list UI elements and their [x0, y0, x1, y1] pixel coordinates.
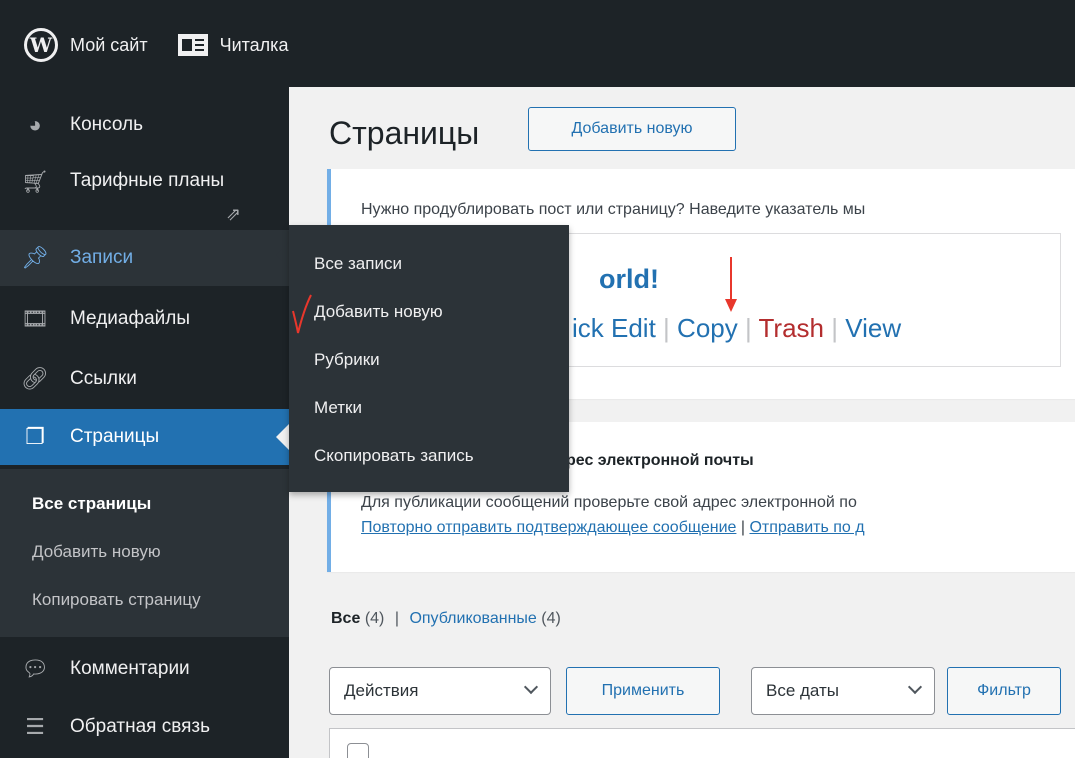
- filter-all[interactable]: Все: [331, 610, 360, 627]
- sidebar-item-comments[interactable]: 💬︎ Комментарии: [0, 647, 289, 691]
- separator: |: [744, 313, 752, 343]
- admin-bar: W Мой сайт Читалка: [0, 0, 1075, 87]
- notice-text: Нужно продублировать пост или страницу? …: [361, 201, 866, 218]
- view-link[interactable]: View: [845, 313, 901, 343]
- dashboard-icon: ◕: [28, 112, 42, 137]
- date-filter-value: Все даты: [766, 681, 840, 700]
- page-title: Страницы: [329, 115, 480, 151]
- select-all-checkbox[interactable]: [347, 743, 369, 758]
- flyout-copy-post[interactable]: Скопировать запись: [314, 446, 474, 466]
- pages-submenu: Все страницы Добавить новую Копировать с…: [0, 469, 289, 637]
- notice-text: Для публикации сообщений проверьте свой …: [361, 494, 857, 511]
- reader-icon: [177, 34, 208, 56]
- sidebar-item-links[interactable]: 🔗︎ Ссылки: [0, 357, 289, 401]
- sidebar-item-label: Ссылки: [70, 368, 137, 389]
- preview-post-title: orld!: [599, 264, 659, 294]
- add-new-page-button[interactable]: Добавить новую: [528, 107, 736, 151]
- filter-all-count: (4): [364, 610, 385, 627]
- current-menu-arrow: [276, 424, 289, 450]
- row-actions: ick Edit | Copy | Trash | View: [572, 313, 901, 344]
- sidebar-item-label: Записи: [70, 247, 134, 268]
- admin-sidebar: ◕ Консоль 🛒︎ Тарифные планы ⇗ 📌︎ Записи …: [0, 87, 289, 758]
- bulk-action-select[interactable]: Действия: [329, 667, 551, 715]
- trash-link[interactable]: Trash: [759, 313, 825, 343]
- flyout-add-new-post[interactable]: Добавить новую: [314, 302, 443, 322]
- sidebar-item-media[interactable]: 🎞︎ Медиафайлы: [0, 297, 289, 341]
- media-icon: 🎞︎: [21, 306, 49, 331]
- change-email-link[interactable]: Отправить по д: [749, 519, 864, 536]
- submenu-copy-page[interactable]: Копировать страницу: [32, 590, 201, 610]
- submenu-add-new-page[interactable]: Добавить новую: [32, 542, 161, 562]
- wordpress-logo-icon: W: [24, 28, 58, 62]
- pin-icon: 📌︎: [21, 245, 49, 270]
- filter-published[interactable]: Опубликованные: [409, 610, 536, 627]
- flyout-all-posts[interactable]: Все записи: [314, 254, 402, 274]
- feedback-icon: ☰: [25, 714, 45, 739]
- sidebar-item-pages[interactable]: ❐ Страницы: [0, 409, 289, 465]
- date-filter-select[interactable]: Все даты: [751, 667, 935, 715]
- separator: |: [663, 313, 670, 343]
- pages-table: [329, 728, 1075, 758]
- cart-icon: 🛒︎: [21, 169, 49, 194]
- link-icon: 🔗︎: [21, 366, 49, 391]
- external-link-icon: ⇗: [226, 204, 242, 224]
- reader-menu[interactable]: Читалка: [148, 34, 289, 56]
- flyout-categories[interactable]: Рубрики: [314, 350, 380, 370]
- sidebar-item-posts[interactable]: 📌︎ Записи: [0, 230, 289, 286]
- sidebar-item-label: Тарифные планы: [70, 170, 225, 191]
- notice-title: рес электронной почты: [566, 452, 754, 469]
- bulk-action-value: Действия: [344, 681, 419, 700]
- my-site-menu[interactable]: W Мой сайт: [0, 28, 148, 62]
- sidebar-item-label: Страницы: [70, 426, 160, 447]
- separator: |: [831, 313, 839, 343]
- sidebar-item-label: Обратная связь: [70, 716, 210, 737]
- posts-flyout-menu: Все записи Добавить новую Рубрики Метки …: [289, 225, 569, 492]
- filter-button[interactable]: Фильтр: [947, 667, 1061, 715]
- sidebar-item-dashboard[interactable]: ◕ Консоль: [0, 105, 289, 145]
- annotation-checkmark-icon: [292, 294, 312, 334]
- submenu-all-pages[interactable]: Все страницы: [32, 494, 151, 514]
- quick-edit-link[interactable]: ick Edit: [572, 313, 656, 343]
- separator: |: [394, 610, 399, 627]
- annotation-arrow-icon: [725, 257, 737, 312]
- notice-links: Повторно отправить подтверждающее сообще…: [361, 519, 865, 537]
- pages-icon: ❐: [25, 424, 45, 449]
- sidebar-item-label: Консоль: [70, 114, 143, 135]
- apply-button[interactable]: Применить: [566, 667, 720, 715]
- status-filters: Все (4) | Опубликованные (4): [331, 610, 561, 628]
- sidebar-item-plans[interactable]: 🛒︎ Тарифные планы: [0, 161, 289, 201]
- my-site-label: Мой сайт: [70, 34, 148, 55]
- separator: |: [740, 519, 746, 536]
- flyout-tags[interactable]: Метки: [314, 398, 362, 418]
- filter-published-count: (4): [541, 610, 561, 627]
- chevron-down-icon: [523, 679, 539, 695]
- sidebar-item-label: Медиафайлы: [70, 308, 191, 329]
- comment-icon: 💬︎: [21, 656, 49, 681]
- sidebar-item-label: Комментарии: [70, 658, 190, 679]
- reader-label: Читалка: [219, 34, 289, 55]
- sidebar-item-feedback[interactable]: ☰ Обратная связь: [0, 705, 289, 749]
- flyout-pointer: [276, 242, 289, 268]
- resend-confirmation-link[interactable]: Повторно отправить подтверждающее сообще…: [361, 519, 736, 536]
- copy-link[interactable]: Copy: [677, 313, 738, 343]
- chevron-down-icon: [907, 679, 923, 695]
